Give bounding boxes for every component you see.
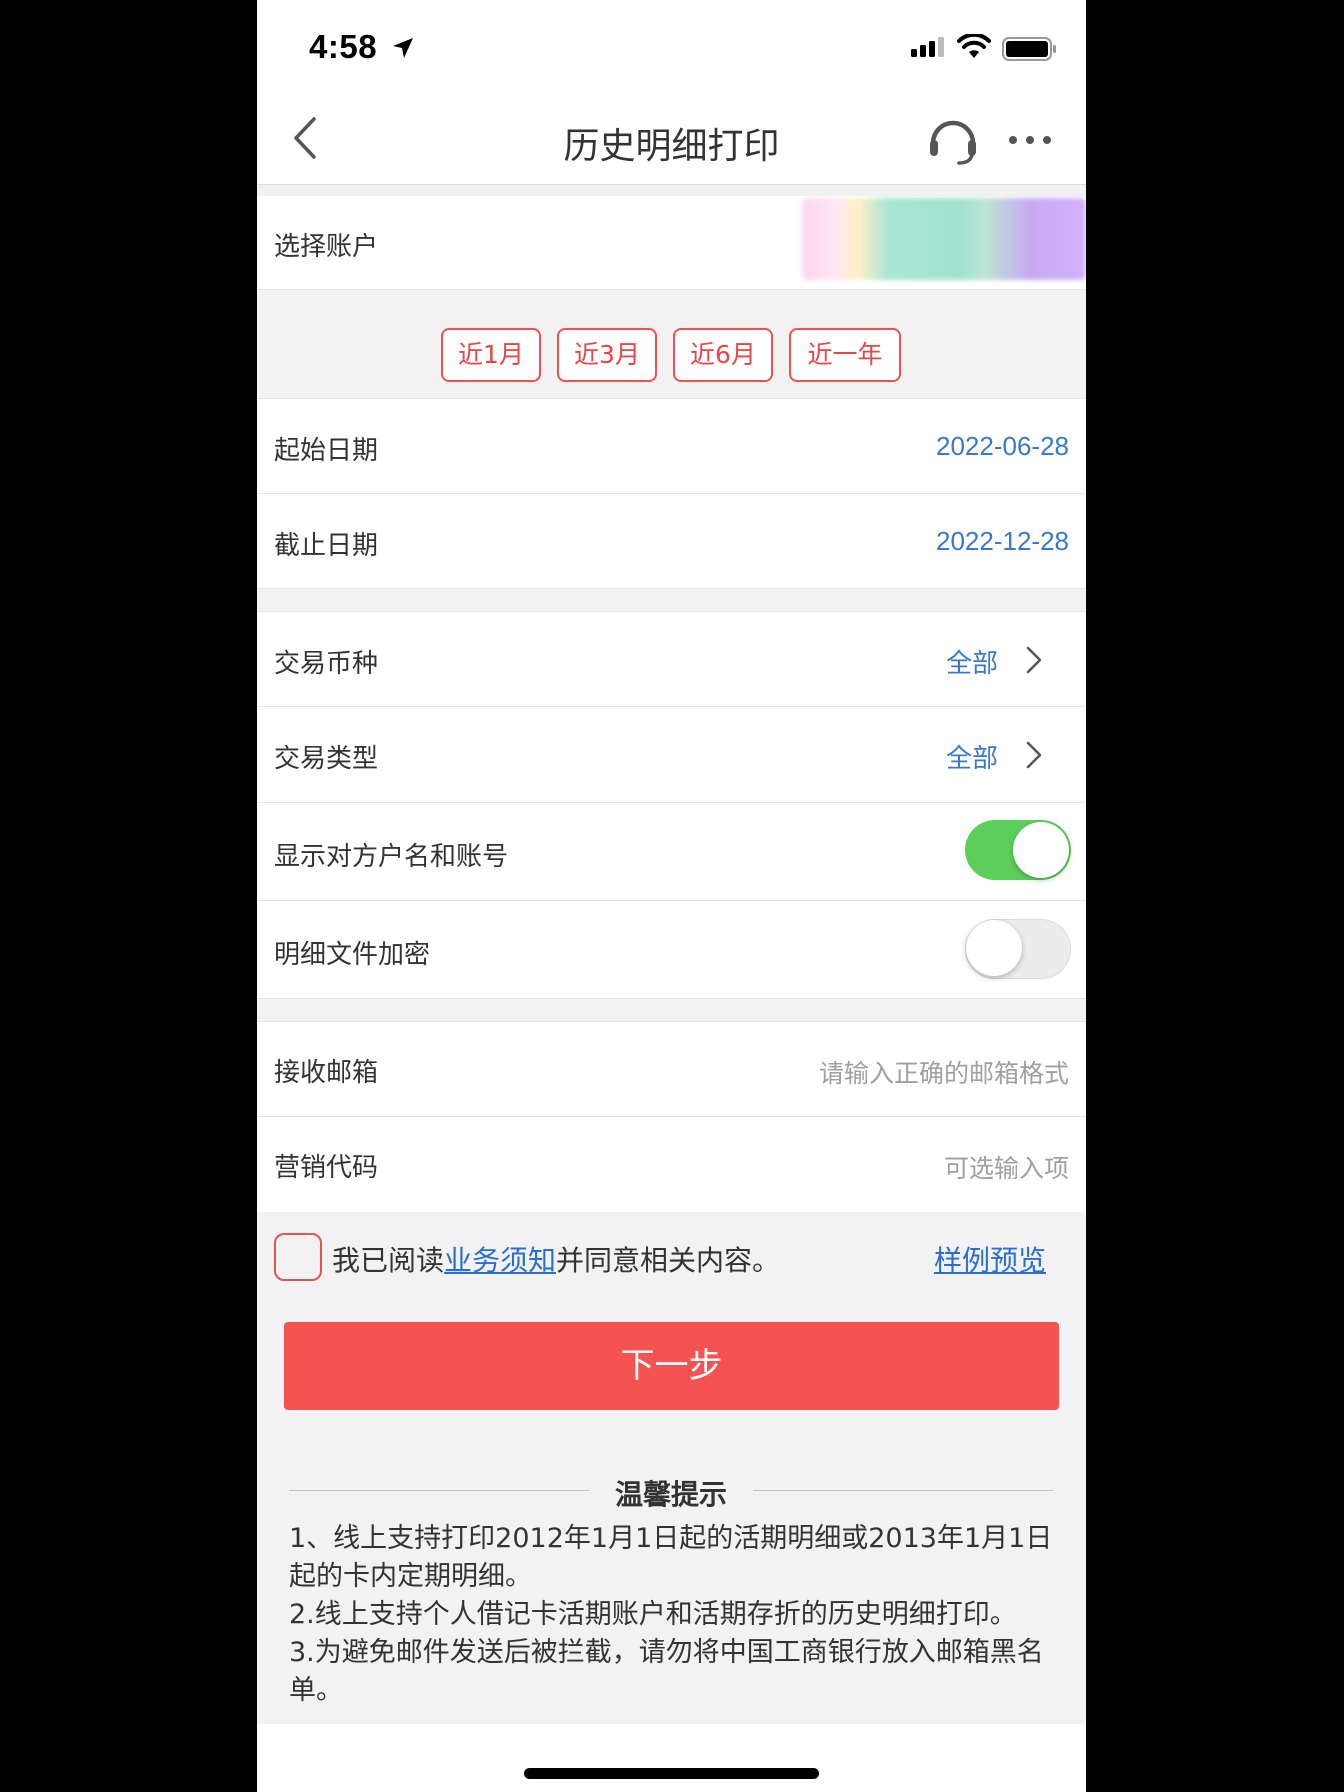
status-time: 4:58 bbox=[309, 28, 378, 65]
chevron-right-icon bbox=[1026, 646, 1042, 674]
start-date-label: 起始日期 bbox=[274, 436, 379, 466]
transaction-type-value: 全部 bbox=[945, 744, 998, 774]
currency-row[interactable]: 交易币种 全部 bbox=[257, 611, 1086, 707]
marketing-code-input[interactable]: 可选输入项 bbox=[944, 1149, 1069, 1185]
show-counterparty-label: 显示对方户名和账号 bbox=[274, 842, 509, 872]
account-label: 选择账户 bbox=[274, 232, 379, 262]
location-arrow-icon bbox=[393, 38, 413, 58]
toggle-knob bbox=[966, 920, 1022, 976]
period-3-month-button[interactable]: 近3月 bbox=[557, 328, 657, 382]
email-input[interactable]: 请输入正确的邮箱格式 bbox=[819, 1054, 1069, 1090]
home-indicator-area bbox=[257, 1724, 1086, 1792]
currency-value: 全部 bbox=[945, 649, 998, 679]
tip-item: 3.为避免邮件发送后被拦截，请勿将中国工商银行放入邮箱黑名单。 bbox=[289, 1637, 1044, 1706]
sample-preview-link[interactable]: 样例预览 bbox=[934, 1239, 1046, 1279]
battery-icon bbox=[1002, 37, 1056, 61]
start-date-value[interactable]: 2022-06-28 bbox=[936, 431, 1069, 462]
tips-header: 温馨提示 bbox=[289, 1470, 1053, 1511]
period-1-month-button[interactable]: 近1月 bbox=[441, 328, 541, 382]
tip-item: 1、线上支持打印2012年1月1日起的活期明细或2013年1月1日起的卡内定期明… bbox=[289, 1523, 1053, 1592]
period-quick-select: 近1月 近3月 近6月 近一年 bbox=[257, 290, 1086, 398]
transaction-type-row[interactable]: 交易类型 全部 bbox=[257, 707, 1086, 803]
end-date-row[interactable]: 截止日期 2022-12-28 bbox=[257, 494, 1086, 589]
phone-screen: 4:58 历史明细打印 选择账户 近1月 近3月 近6月 近一年 起始日期 20… bbox=[257, 0, 1086, 1792]
cellular-signal-icon bbox=[911, 37, 944, 57]
agreement-prefix: 我已阅读 bbox=[332, 1244, 445, 1277]
show-counterparty-row: 显示对方户名和账号 bbox=[257, 803, 1086, 901]
chevron-right-icon bbox=[1026, 741, 1042, 769]
customer-service-headset-icon[interactable] bbox=[925, 111, 981, 167]
divider-right bbox=[753, 1490, 1053, 1491]
transaction-type-label: 交易类型 bbox=[274, 744, 379, 774]
agreement-checkbox[interactable] bbox=[274, 1233, 322, 1281]
end-date-value[interactable]: 2022-12-28 bbox=[936, 526, 1069, 557]
period-6-month-button[interactable]: 近6月 bbox=[673, 328, 773, 382]
marketing-code-row[interactable]: 营销代码 可选输入项 bbox=[257, 1117, 1086, 1212]
home-indicator[interactable] bbox=[524, 1768, 819, 1779]
encrypt-file-row: 明细文件加密 bbox=[257, 901, 1086, 999]
status-bar: 4:58 bbox=[257, 0, 1086, 95]
wifi-icon bbox=[957, 34, 991, 58]
agreement-text: 我已阅读业务须知并同意相关内容。 bbox=[332, 1239, 780, 1279]
end-date-label: 截止日期 bbox=[274, 531, 379, 561]
marketing-code-label: 营销代码 bbox=[274, 1153, 379, 1183]
nav-bar: 历史明细打印 bbox=[257, 95, 1086, 185]
email-row[interactable]: 接收邮箱 请输入正确的邮箱格式 bbox=[257, 1021, 1086, 1117]
account-select-row[interactable]: 选择账户 bbox=[257, 196, 1086, 290]
period-1-year-button[interactable]: 近一年 bbox=[789, 328, 901, 382]
next-step-button[interactable]: 下一步 bbox=[284, 1322, 1059, 1410]
email-label: 接收邮箱 bbox=[274, 1058, 379, 1088]
tips-title: 温馨提示 bbox=[614, 1478, 727, 1511]
tips-list: 1、线上支持打印2012年1月1日起的活期明细或2013年1月1日起的卡内定期明… bbox=[289, 1520, 1059, 1710]
agreement-row: 我已阅读业务须知并同意相关内容。 样例预览 bbox=[257, 1212, 1086, 1302]
tip-item: 2.线上支持个人借记卡活期账户和活期存折的历史明细打印。 bbox=[289, 1599, 1017, 1630]
currency-label: 交易币种 bbox=[274, 649, 379, 679]
redacted-account-number bbox=[802, 198, 1086, 280]
business-notice-link[interactable]: 业务须知 bbox=[444, 1244, 556, 1277]
show-counterparty-toggle[interactable] bbox=[965, 820, 1071, 880]
encrypt-file-toggle[interactable] bbox=[965, 919, 1071, 979]
toggle-knob bbox=[1013, 822, 1069, 878]
start-date-row[interactable]: 起始日期 2022-06-28 bbox=[257, 398, 1086, 494]
more-options-icon[interactable] bbox=[1005, 115, 1055, 165]
agreement-suffix: 并同意相关内容。 bbox=[556, 1244, 781, 1277]
encrypt-file-label: 明细文件加密 bbox=[274, 940, 431, 970]
